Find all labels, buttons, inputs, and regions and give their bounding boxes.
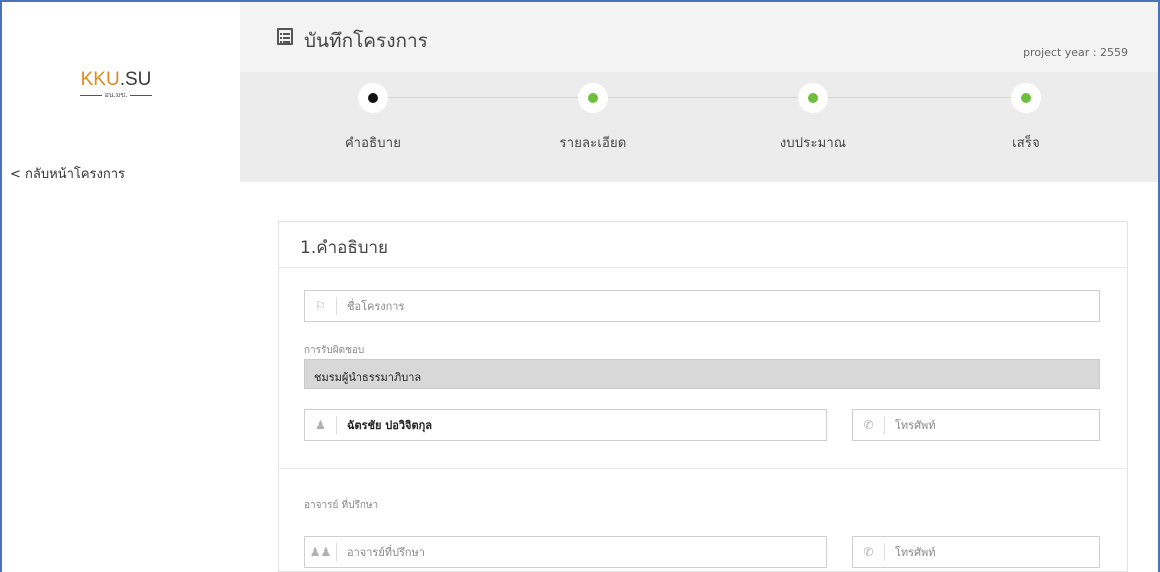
step-indicator-done[interactable] bbox=[1011, 83, 1041, 113]
advisor-input[interactable]: ♟♟ อาจารย์ที่ปรึกษา bbox=[304, 536, 827, 568]
step-indicator-active[interactable] bbox=[358, 83, 388, 113]
advisor-label: อาจารย์ ที่ปรึกษา bbox=[304, 500, 379, 511]
phone-icon: ✆ bbox=[853, 416, 885, 434]
wizard-connector bbox=[375, 97, 1016, 98]
logo-kku: KKU bbox=[80, 69, 120, 90]
user-icon: ♟ bbox=[305, 416, 337, 434]
back-to-projects-link[interactable]: < กลับหน้าโครงการ bbox=[10, 163, 125, 184]
logo-subtext: อน.มข. bbox=[104, 91, 128, 99]
step-wizard: คำอธิบาย รายละเอียด งบประมาณ เสร็จ bbox=[240, 72, 1158, 182]
project-name-placeholder: ชื่อโครงการ bbox=[347, 300, 405, 313]
phone-icon: ✆ bbox=[853, 543, 885, 561]
project-year: project year : 2559 bbox=[1023, 46, 1128, 59]
step-indicator-done[interactable] bbox=[798, 83, 828, 113]
responsible-label: การรับผิดชอบ bbox=[304, 345, 365, 356]
responsible-value: ชมรมผู้นำธรรมาภิบาล bbox=[304, 359, 1100, 389]
advisor-placeholder: อาจารย์ที่ปรึกษา bbox=[347, 546, 425, 559]
step-finish[interactable]: เสร็จ bbox=[956, 83, 1096, 153]
section-divider bbox=[278, 468, 1128, 469]
step-budget[interactable]: งบประมาณ bbox=[743, 83, 883, 153]
list-page-icon bbox=[277, 28, 293, 45]
logo-divider bbox=[79, 94, 102, 96]
project-name-input[interactable]: ⚐ ชื่อโครงการ bbox=[304, 290, 1100, 322]
sidebar: KKU.SU อน.มข. < กลับหน้าโครงการ bbox=[2, 2, 240, 572]
kku-su-logo[interactable]: KKU.SU อน.มข. bbox=[64, 70, 168, 99]
flag-icon: ⚐ bbox=[305, 297, 337, 315]
logo-su: .SU bbox=[119, 69, 152, 90]
step-label: คำอธิบาย bbox=[344, 136, 402, 151]
step-details[interactable]: รายละเอียด bbox=[523, 83, 663, 153]
responsible-person-value: ฉัตรชัย ปอวิจิตกุล bbox=[347, 419, 433, 432]
step-indicator-done[interactable] bbox=[578, 83, 608, 113]
person-phone-input[interactable]: ✆ โทรศัพท์ bbox=[852, 409, 1100, 441]
page-header: บันทึกโครงการ project year : 2559 bbox=[240, 2, 1158, 72]
step-label: งบประมาณ bbox=[779, 136, 847, 151]
logo-divider bbox=[130, 94, 153, 96]
logo-subtitle: อน.มข. bbox=[64, 91, 168, 99]
description-panel: 1.คำอธิบาย bbox=[278, 221, 1128, 572]
person-phone-placeholder: โทรศัพท์ bbox=[895, 419, 936, 432]
group-icon: ♟♟ bbox=[305, 543, 337, 561]
step-description[interactable]: คำอธิบาย bbox=[303, 83, 443, 153]
section-title: 1.คำอธิบาย bbox=[279, 222, 1127, 268]
page-title: บันทึกโครงการ bbox=[304, 30, 428, 52]
step-label: รายละเอียด bbox=[559, 136, 627, 151]
advisor-phone-placeholder: โทรศัพท์ bbox=[895, 546, 936, 559]
logo-text: KKU.SU bbox=[64, 70, 168, 90]
advisor-phone-input[interactable]: ✆ โทรศัพท์ bbox=[852, 536, 1100, 568]
step-label: เสร็จ bbox=[1012, 136, 1040, 151]
responsible-person-input[interactable]: ♟ ฉัตรชัย ปอวิจิตกุล bbox=[304, 409, 827, 441]
